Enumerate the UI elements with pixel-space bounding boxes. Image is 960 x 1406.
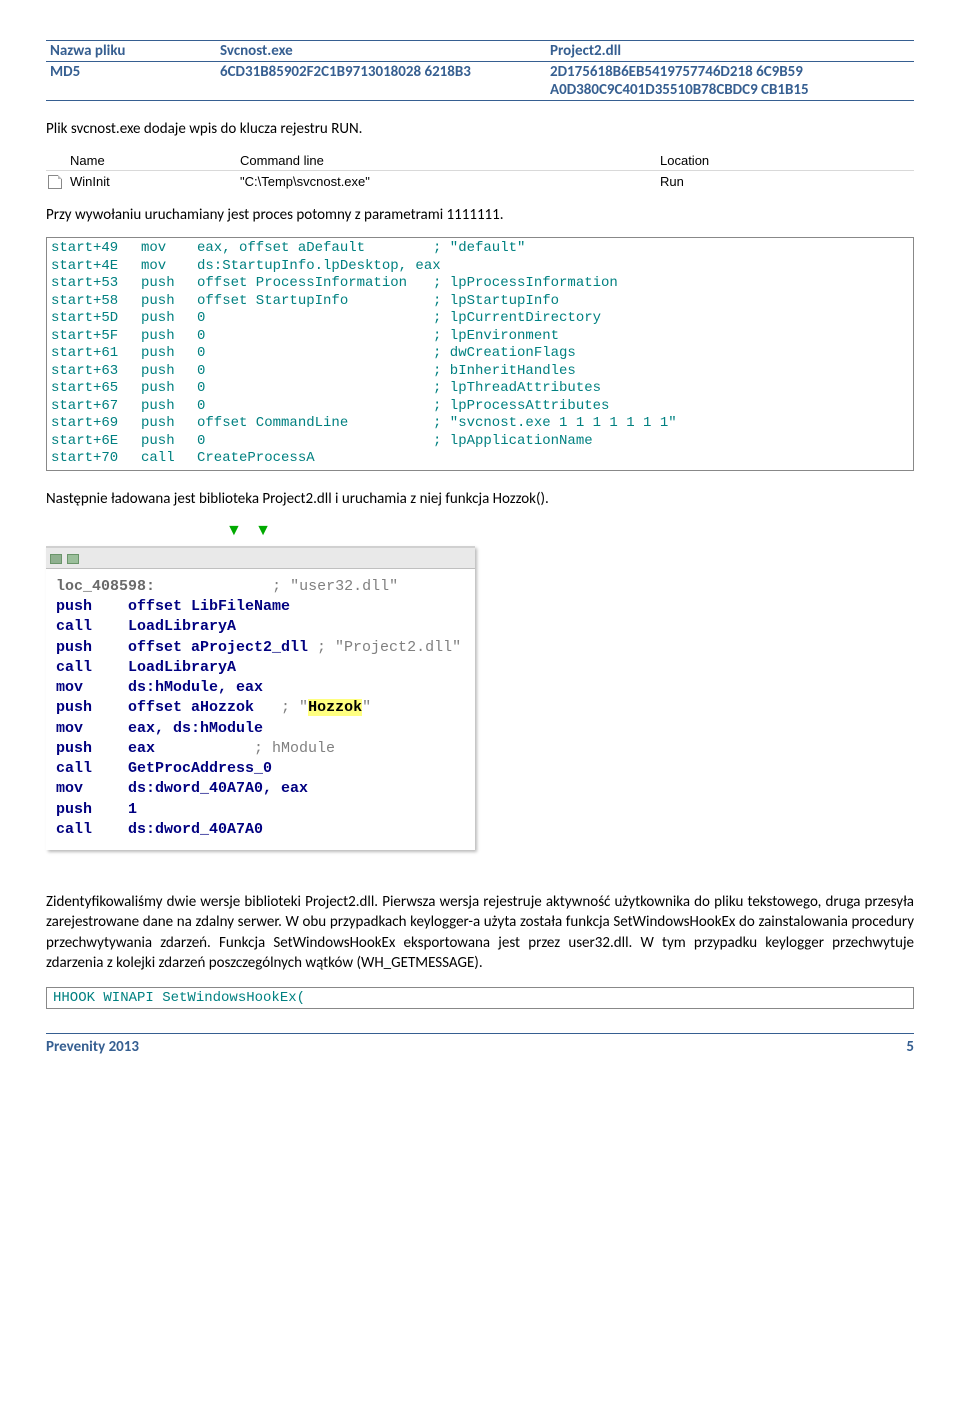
ida-tabbar (46, 548, 475, 569)
autoruns-table: Name Command line Location WinInit "C:\T… (46, 151, 914, 191)
autoruns-header-name: Name (68, 151, 238, 171)
footer-right: 5 (906, 1038, 914, 1056)
paragraph-3: Następnie ładowana jest biblioteka Proje… (46, 489, 914, 509)
asm-row: start+65push0; lpThreadAttributes (51, 380, 909, 398)
ida-disassembly-box: loc_408598: ; "user32.dll"push offset Li… (46, 546, 475, 850)
ida-tab-icon-2 (67, 554, 79, 564)
hdr-md5-2a: 2D175618B6EB5419757746D218 6C9B59 (550, 63, 803, 81)
asm-row: start+6Epush0; lpApplicationName (51, 433, 909, 451)
ida-tab-icon-1 (50, 554, 62, 564)
autoruns-name: WinInit (68, 171, 238, 191)
ida-disassembly: loc_408598: ; "user32.dll"push offset Li… (46, 569, 475, 850)
asm-row: start+53pushoffset ProcessInformation; l… (51, 275, 909, 293)
autoruns-header-loc: Location (658, 151, 914, 171)
hdr-md5-2: 2D175618B6EB5419757746D218 6C9B59 A0D380… (546, 62, 914, 101)
ida-arrows: ▼ ▼ (46, 521, 914, 540)
asm-row: start+63push0; bInheritHandles (51, 363, 909, 381)
file-icon (48, 175, 62, 189)
footer-left: Prevenity 2013 (46, 1038, 139, 1056)
paragraph-4: Zidentyfikowaliśmy dwie wersje bibliotek… (46, 892, 914, 973)
asm-row: start+58pushoffset StartupInfo; lpStartu… (51, 293, 909, 311)
hdr-filename-2: Project2.dll (546, 41, 914, 62)
asm-codebox: start+49moveax, offset aDefault; "defaul… (46, 237, 914, 471)
file-icon-cell (46, 171, 68, 191)
asm-row: start+49moveax, offset aDefault; "defaul… (51, 240, 909, 258)
asm-row: start+5Fpush0; lpEnvironment (51, 328, 909, 346)
paragraph-2: Przy wywołaniu uruchamiany jest proces p… (46, 205, 914, 225)
hdr-filename-1: Svcnost.exe (216, 41, 546, 62)
autoruns-row: WinInit "C:\Temp\svcnost.exe" Run (46, 171, 914, 191)
asm-row: start+67push0; lpProcessAttributes (51, 398, 909, 416)
paragraph-1: Plik svcnost.exe dodaje wpis do klucza r… (46, 119, 914, 139)
file-header-table: Nazwa pliku Svcnost.exe Project2.dll MD5… (46, 40, 914, 101)
api-signature-box: HHOOK WINAPI SetWindowsHookEx( (46, 987, 914, 1009)
asm-row: start+69pushoffset CommandLine; "svcnost… (51, 415, 909, 433)
autoruns-cmd: "C:\Temp\svcnost.exe" (238, 171, 658, 191)
asm-row: start+61push0; dwCreationFlags (51, 345, 909, 363)
autoruns-header-icon (46, 151, 68, 171)
asm-row: start+4Emovds:StartupInfo.lpDesktop, eax (51, 258, 909, 276)
hdr-md5-2b: A0D380C9C401D35510B78CBDC9 CB1B15 (550, 81, 809, 99)
hdr-label-filename: Nazwa pliku (46, 41, 216, 62)
hdr-md5-1: 6CD31B85902F2C1B9713018028 6218B3 (216, 62, 546, 101)
autoruns-loc: Run (658, 171, 914, 191)
asm-row: start+70callCreateProcessA (51, 450, 909, 468)
autoruns-header-cmd: Command line (238, 151, 658, 171)
asm-row: start+5Dpush0; lpCurrentDirectory (51, 310, 909, 328)
hdr-label-md5: MD5 (46, 62, 216, 101)
page-footer: Prevenity 2013 5 (46, 1033, 914, 1056)
